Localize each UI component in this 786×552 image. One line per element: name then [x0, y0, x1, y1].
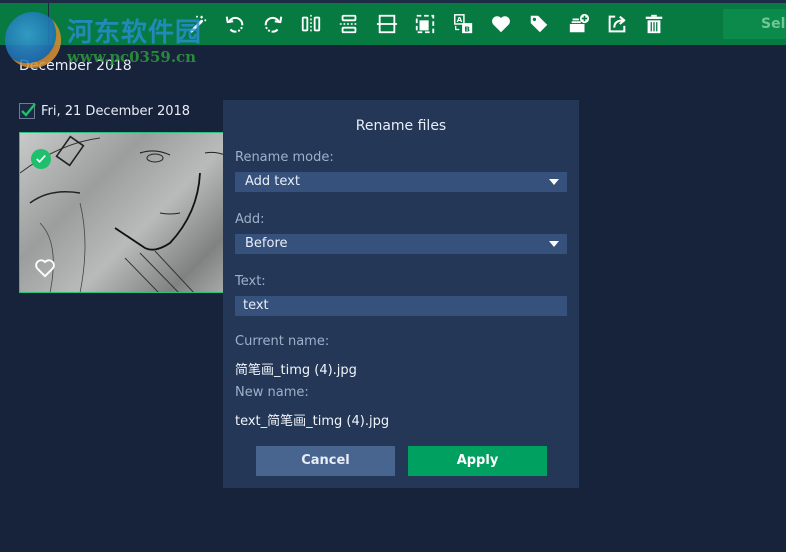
current-name-value: 简笔画_timg (4).jpg — [235, 363, 357, 378]
heart-outline-icon[interactable] — [34, 258, 56, 278]
add-position-label: Add: — [235, 212, 265, 227]
text-label: Text: — [235, 274, 266, 289]
day-select-checkbox[interactable] — [19, 103, 36, 119]
text-input[interactable] — [235, 296, 567, 316]
selected-badge[interactable] — [31, 149, 51, 169]
rotate-left-button[interactable] — [222, 11, 248, 37]
checkmark-icon — [36, 154, 46, 164]
rotate-right-icon — [264, 16, 283, 33]
rename-mode-select[interactable]: Add text — [235, 172, 567, 192]
resize-icon — [415, 14, 435, 34]
crop-icon — [376, 14, 398, 34]
share-icon — [608, 15, 626, 33]
dialog-title: Rename files — [355, 118, 447, 134]
current-name-label: Current name: — [235, 334, 330, 349]
add-position-select[interactable]: Before — [235, 234, 567, 254]
rename-icon: AB — [454, 14, 473, 33]
cancel-button[interactable]: Cancel — [256, 446, 395, 476]
add-to-album-button[interactable] — [566, 11, 592, 37]
photo-manager-window: AB Select December 2018 Fri, 21 December… — [0, 0, 786, 552]
tag-icon — [530, 15, 548, 33]
month-heading: December 2018 — [19, 58, 132, 74]
chevron-down-icon — [549, 179, 559, 185]
toolbar: AB Select — [0, 3, 786, 48]
tag-button[interactable] — [526, 11, 552, 37]
delete-button[interactable] — [641, 11, 667, 37]
magic-wand-icon — [190, 15, 207, 33]
share-button[interactable] — [604, 11, 630, 37]
crop-button[interactable] — [374, 11, 400, 37]
chevron-down-icon — [549, 241, 559, 247]
checkmark-icon — [21, 103, 36, 117]
rename-button[interactable]: AB — [450, 11, 476, 37]
rename-mode-value: Add text — [245, 174, 300, 189]
day-label: Fri, 21 December 2018 — [41, 103, 191, 119]
rename-mode-label: Rename mode: — [235, 150, 334, 165]
new-name-label: New name: — [235, 385, 309, 400]
photo-thumbnail[interactable] — [19, 132, 224, 293]
trash-icon — [645, 14, 663, 34]
add-position-value: Before — [245, 236, 288, 251]
flip-vertical-button[interactable] — [336, 11, 362, 37]
toolbar-divider — [48, 3, 49, 48]
rename-files-dialog: Rename files Rename mode: Add text Add: … — [223, 100, 579, 488]
select-button[interactable]: Select — [723, 9, 786, 39]
new-name-value: text_简笔画_timg (4).jpg — [235, 414, 390, 429]
flip-vertical-icon — [339, 14, 359, 34]
day-group-header: Fri, 21 December 2018 — [19, 103, 190, 119]
flip-horizontal-icon — [301, 14, 321, 34]
heart-icon — [492, 16, 510, 33]
rotate-right-button[interactable] — [260, 11, 286, 37]
svg-text:A: A — [457, 15, 463, 24]
auto-enhance-button[interactable] — [184, 11, 210, 37]
apply-button[interactable]: Apply — [408, 446, 547, 476]
resize-button[interactable] — [412, 11, 438, 37]
favorite-button[interactable] — [488, 11, 514, 37]
svg-text:B: B — [464, 24, 470, 33]
flip-horizontal-button[interactable] — [298, 11, 324, 37]
add-to-album-icon — [569, 13, 590, 33]
rotate-left-icon — [225, 16, 244, 33]
